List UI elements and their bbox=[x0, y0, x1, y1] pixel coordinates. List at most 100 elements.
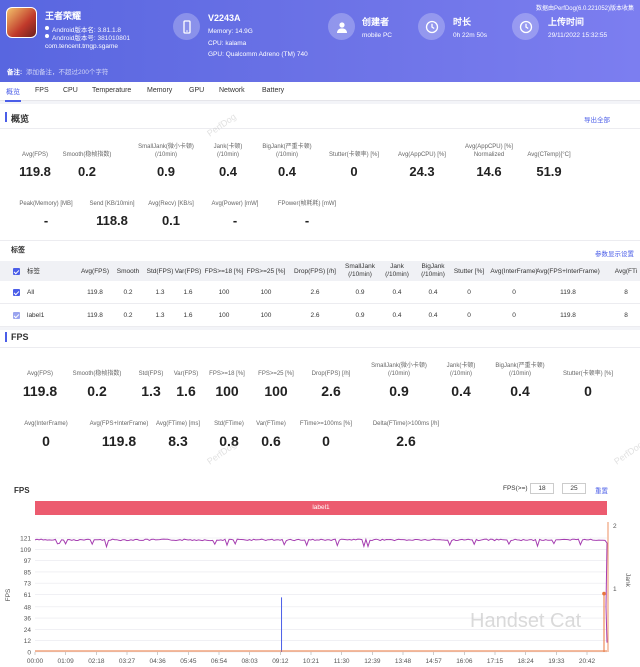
table-header-cell[interactable]: Avg(InterFrame) bbox=[490, 268, 537, 276]
table-row[interactable]: label1 119.8 0.2 1.3 1.6 100 100 2.6 0.9 0.4 0.4 0 0… bbox=[0, 304, 640, 327]
creator-value: mobile PC bbox=[362, 32, 392, 39]
x-tick-label: 06:54 bbox=[211, 658, 228, 665]
table-cell: 119.8 bbox=[87, 312, 103, 319]
table-header-cell[interactable]: Jank (/10min) bbox=[385, 263, 409, 279]
stat-fpower-4: FPower(帧耗耗) [mW] - bbox=[267, 190, 347, 228]
export-all-link[interactable]: 导出全部 bbox=[584, 114, 610, 124]
stat-label: Avg(InterFrame) bbox=[6, 410, 86, 428]
row-checkbox[interactable] bbox=[13, 289, 20, 296]
x-tick-label: 11:30 bbox=[334, 658, 350, 665]
table-cell: 1.6 bbox=[183, 312, 193, 319]
tab-fps[interactable]: FPS bbox=[35, 87, 49, 94]
table-header-line: Smooth bbox=[116, 268, 140, 275]
table-cell: 0.9 bbox=[355, 289, 365, 296]
x-tick-label: 14:57 bbox=[426, 658, 443, 665]
stat-delta-6: Delta(FTime)>100ms [/h] 2.6 bbox=[366, 410, 446, 449]
upload-title: 上传时间 bbox=[548, 17, 585, 27]
stat-label: Stutter(卡顿率) [%] bbox=[548, 360, 628, 378]
table-cell: 1.3 bbox=[155, 289, 165, 296]
table-header-cell[interactable]: Std(FPS) bbox=[147, 268, 174, 276]
stat-value: - bbox=[232, 213, 238, 228]
x-tick-label: 00:00 bbox=[27, 658, 44, 665]
labels-title: 标签 bbox=[11, 247, 25, 254]
stat-label-line: Stutter(卡顿率) [%] bbox=[562, 371, 613, 377]
table-header-cell[interactable]: Stutter [%] bbox=[454, 268, 484, 276]
app-name: 王者荣耀 bbox=[45, 11, 82, 21]
table-header-cell[interactable]: Var(FPS) bbox=[175, 268, 202, 276]
stat-value: 51.9 bbox=[536, 164, 562, 179]
table-header-line: 标签 bbox=[27, 268, 40, 275]
upload-value: 29/11/2022 15:32:55 bbox=[548, 32, 608, 39]
table-header-line: (/10min) bbox=[421, 271, 445, 278]
x-tick-label: 02:18 bbox=[88, 658, 105, 665]
fps-threshold-input-2[interactable]: 25 bbox=[562, 483, 586, 494]
device-cpu: CPU: kalama bbox=[208, 40, 247, 47]
stat-label: FTime>=100ms [%] bbox=[286, 410, 366, 428]
section-marker bbox=[5, 112, 7, 122]
stat-avg-3: Avg(Power) [mW] - bbox=[195, 190, 275, 228]
table-header-cell[interactable]: Smooth bbox=[117, 268, 139, 276]
stat-label-line: FPower(帧耗耗) [mW] bbox=[277, 201, 337, 207]
table-cell: 2.6 bbox=[310, 289, 320, 296]
x-tick-label: 10:21 bbox=[303, 658, 320, 665]
remark-input[interactable]: 添加备注，不超过200个字符 bbox=[26, 66, 108, 76]
y-tick-label: 12 bbox=[24, 638, 32, 645]
table-cell: 2.6 bbox=[310, 312, 320, 319]
table-cell: 0 bbox=[467, 289, 471, 296]
table-cell: 119.8 bbox=[560, 289, 576, 296]
table-cell: 0.2 bbox=[123, 312, 133, 319]
label-segment-bar[interactable]: label1 bbox=[35, 501, 607, 515]
tab-gpu[interactable]: GPU bbox=[189, 87, 204, 94]
table-cell: 119.8 bbox=[560, 312, 576, 319]
reset-button[interactable]: 重置 bbox=[595, 485, 608, 495]
table-header-cell[interactable]: Drop(FPS) [/h] bbox=[294, 268, 336, 276]
version-note: 数据由PerfDog(6.0.221052)版本收集 bbox=[535, 6, 634, 12]
row-checkbox[interactable] bbox=[13, 312, 20, 319]
tab-network[interactable]: Network bbox=[219, 87, 245, 94]
phone-icon bbox=[173, 13, 200, 40]
fps-section-title: FPS bbox=[11, 332, 29, 342]
x-tick-label: 04:36 bbox=[150, 658, 167, 665]
remark-bar: 备注: 添加备注，不超过200个字符 bbox=[0, 63, 640, 77]
table-header-cell[interactable]: FPS>=25 [%] bbox=[247, 268, 286, 276]
upload-time-icon bbox=[512, 13, 539, 40]
device-memory: Memory: 14.9G bbox=[208, 28, 253, 35]
divider bbox=[0, 347, 640, 348]
stat-value: 2.6 bbox=[396, 433, 416, 449]
y-tick-label: 36 bbox=[24, 616, 32, 623]
select-all-checkbox[interactable] bbox=[13, 268, 20, 275]
table-cell: 0.4 bbox=[428, 312, 438, 319]
tab-cpu[interactable]: CPU bbox=[63, 87, 78, 94]
tab-memory[interactable]: Memory bbox=[147, 87, 172, 94]
package-name: com.tencent.tmgp.sgame bbox=[45, 43, 118, 50]
tab-temperature[interactable]: Temperature bbox=[92, 87, 131, 94]
x-tick-label: 19:33 bbox=[548, 658, 565, 665]
table-header-cell[interactable]: SmallJank (/10min) bbox=[345, 263, 375, 279]
table-header-cell[interactable]: FPS>=18 [%] bbox=[205, 268, 244, 276]
y-tick-label: 97 bbox=[24, 558, 32, 565]
table-header-line: (/10min) bbox=[348, 271, 372, 278]
param-settings-link[interactable]: 参数显示设置 bbox=[595, 248, 634, 258]
table-header-cell[interactable]: Avg(FPS+InterFrame) bbox=[536, 268, 600, 276]
table-header-cell[interactable]: Avg(FPS) bbox=[81, 268, 109, 276]
stat-label: Avg(CTemp)[°C] bbox=[509, 141, 589, 159]
x-tick-label: 12:39 bbox=[364, 658, 381, 665]
table-cell: 0 bbox=[512, 312, 516, 319]
divider bbox=[0, 240, 640, 241]
table-cell: 100 bbox=[218, 289, 230, 296]
tab-battery[interactable]: Battery bbox=[262, 87, 284, 94]
table-cell: 100 bbox=[218, 312, 230, 319]
table-row[interactable]: All 119.8 0.2 1.3 1.6 100 100 2.6 0.9 0.4 0.4 0 0 119… bbox=[0, 281, 640, 304]
table-header-cell[interactable]: Avg(FTi bbox=[615, 268, 637, 276]
table-cell: 0 bbox=[512, 289, 516, 296]
fps-chart[interactable]: 121 109 97 85 73 61 48 36 24 12 0 FPS 2 1 Jank 00:00 01:… bbox=[0, 518, 640, 667]
tab-overview[interactable]: 概览 bbox=[5, 87, 21, 102]
table-header-line: Avg(FPS+InterFrame) bbox=[536, 268, 600, 275]
table-header-cell[interactable]: 标签 bbox=[27, 268, 40, 276]
table-header-cell[interactable]: BigJank (/10min) bbox=[421, 263, 445, 279]
fps-threshold-input-1[interactable]: 18 bbox=[530, 483, 554, 494]
table-header-line: SmallJank bbox=[345, 263, 375, 270]
device-name: V2243A bbox=[208, 13, 241, 23]
site-watermark: Handset Cat bbox=[470, 610, 582, 632]
stat-label-line: Avg(CTemp)[°C] bbox=[527, 152, 571, 158]
